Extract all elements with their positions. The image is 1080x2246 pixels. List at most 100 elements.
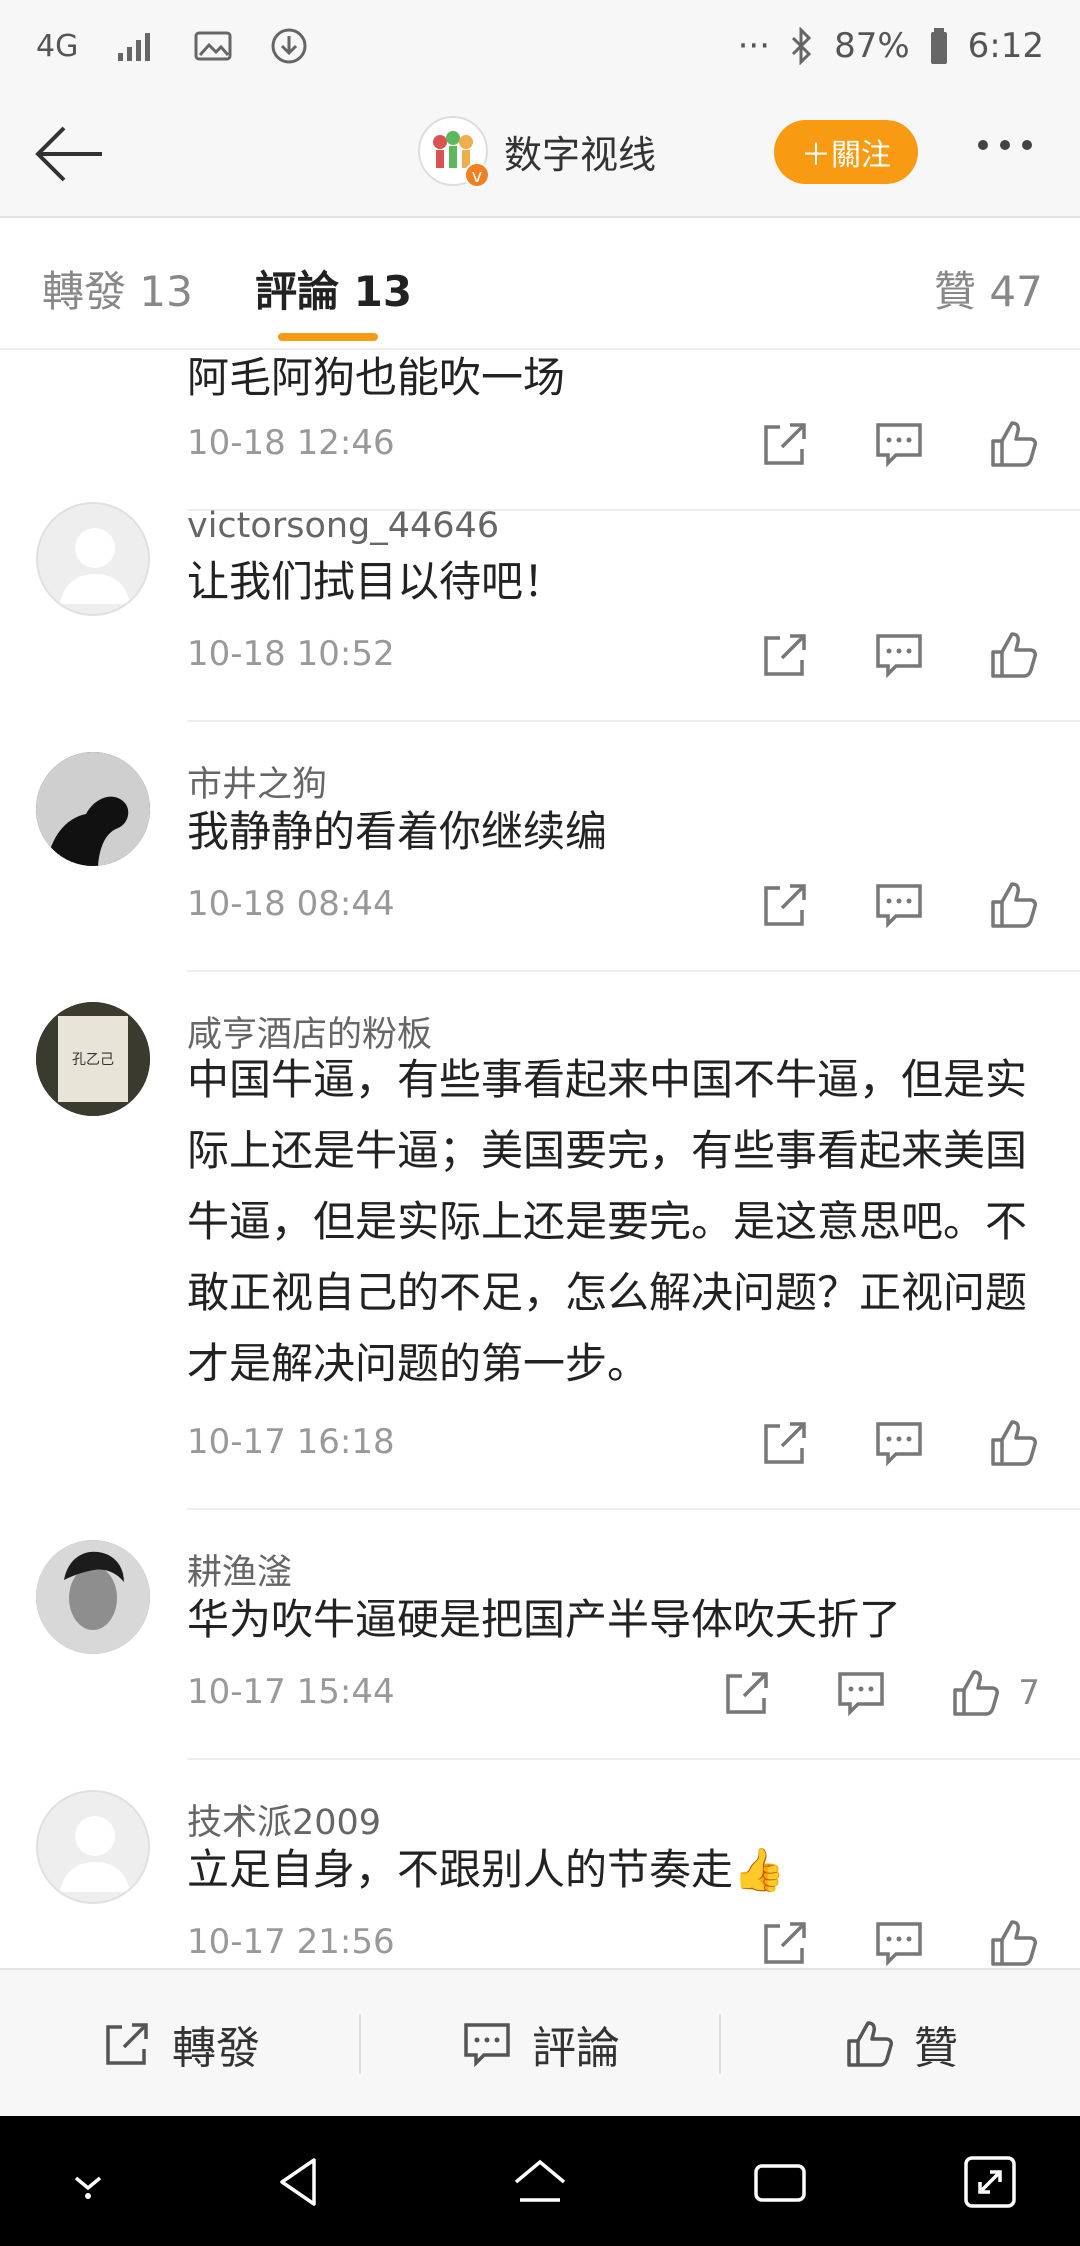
like-icon[interactable] [986, 878, 1040, 932]
share-icon[interactable] [720, 1666, 774, 1720]
reply-icon[interactable] [834, 1666, 888, 1720]
comment-time: 10-17 16:18 [187, 1422, 395, 1462]
comment-list[interactable]: 阿毛阿狗也能吹一场 10-18 12:46 victorsong_44646 让… [0, 350, 1080, 1968]
collapse-nav-icon[interactable] [58, 2152, 118, 2212]
dog-photo-icon [36, 752, 150, 866]
like-icon [847, 2021, 893, 2067]
like-icon[interactable] [986, 417, 1040, 471]
verified-badge: v [464, 162, 490, 188]
recents-nav-icon[interactable] [750, 2152, 810, 2212]
default-avatar-icon [60, 528, 130, 604]
commenter-avatar[interactable] [36, 502, 150, 616]
battery-icon [930, 28, 947, 64]
comment-text: 华为吹牛逼硬是把国产半导体吹夭折了 [187, 1595, 902, 1644]
more-dot-icon [1022, 140, 1032, 150]
comment-text: 立足自身，不跟别人的节奏走👍 [187, 1845, 786, 1894]
divider [187, 970, 1080, 972]
like-label: 贊 [914, 2023, 958, 2074]
like-icon[interactable] [986, 1916, 1040, 1968]
divider [187, 720, 1080, 722]
divider [187, 1508, 1080, 1510]
comment-item: 技术派2009 立足自身，不跟别人的节奏走👍 10-17 21:56 [0, 1790, 1080, 1968]
back-arrow-icon[interactable] [30, 122, 106, 186]
back-nav-icon[interactable] [270, 2152, 330, 2212]
default-avatar-icon [60, 1816, 130, 1892]
comment-text: 中国牛逼，有些事看起来中国不牛逼，但是实际上还是牛逼；美国要完，有些事看起来美国… [187, 1055, 1028, 1388]
comment-label: 評論 [532, 2023, 620, 2074]
reply-icon[interactable] [872, 1916, 926, 1968]
like-icon[interactable] [986, 1416, 1040, 1470]
comment-item: 孔乙己 咸亨酒店的粉板 中国牛逼，有些事看起来中国不牛逼，但是实际上还是牛逼；美… [0, 1002, 1080, 1538]
like-count: 7 [1018, 1673, 1040, 1713]
signal-icon [118, 33, 151, 61]
share-icon[interactable] [758, 1416, 812, 1470]
comment-actions [698, 628, 1040, 682]
comment-button[interactable]: 評論 [360, 1970, 720, 2118]
system-nav-bar [0, 2116, 1080, 2246]
share-icon[interactable] [758, 417, 812, 471]
share-icon[interactable] [758, 628, 812, 682]
reply-icon[interactable] [872, 417, 926, 471]
image-icon [194, 31, 232, 61]
tab-repost[interactable]: 轉發 13 [42, 258, 193, 319]
bluetooth-icon [792, 27, 812, 65]
more-notifications: ··· [737, 26, 771, 66]
share-icon [106, 2023, 148, 2065]
reply-icon [464, 2023, 510, 2068]
battery-percent: 87% [834, 26, 910, 66]
reply-icon[interactable] [872, 878, 926, 932]
repost-label: 轉發 [172, 2023, 260, 2074]
like-icon[interactable] [986, 628, 1040, 682]
comment-text: 阿毛阿狗也能吹一场 [187, 353, 566, 402]
more-dot-icon [1000, 140, 1010, 150]
home-nav-icon[interactable] [510, 2152, 570, 2212]
comment-text: 我静静的看着你继续编 [187, 807, 608, 856]
avatar-sign-text: 孔乙己 [72, 1052, 114, 1068]
comment-actions [698, 878, 1040, 932]
reply-icon[interactable] [872, 628, 926, 682]
comment-item: 市井之狗 我静静的看着你继续编 10-18 08:44 [0, 752, 1080, 1000]
comment-actions [698, 417, 1040, 471]
account-header[interactable]: v 数字视线 [418, 116, 656, 188]
follow-button[interactable]: ＋關注 [774, 120, 918, 184]
active-tab-indicator [278, 333, 378, 341]
comment-time: 10-17 21:56 [187, 1922, 395, 1962]
account-avatar[interactable]: v [418, 116, 490, 188]
comment-text: 让我们拭目以待吧！ [187, 557, 566, 606]
account-name[interactable]: 数字视线 [504, 124, 656, 179]
expand-nav-icon[interactable] [960, 2152, 1020, 2212]
comment-actions [698, 1416, 1040, 1470]
comment-time: 10-18 08:44 [187, 884, 395, 924]
tab-bar: 轉發 13 評論 13 贊 47 [0, 220, 1080, 350]
comment-time: 10-18 12:46 [187, 423, 395, 463]
more-dot-icon [978, 140, 988, 150]
divider [187, 1758, 1080, 1760]
bottom-action-bar: 轉發 評論 贊 [0, 1968, 1080, 2116]
commenter-avatar[interactable] [36, 752, 150, 866]
repost-button[interactable]: 轉發 [0, 1970, 360, 2118]
share-icon[interactable] [758, 1916, 812, 1968]
top-app-bar: v 数字视线 ＋關注 [0, 92, 1080, 218]
commenter-avatar[interactable]: 孔乙己 [36, 1002, 150, 1116]
like-icon[interactable] [948, 1666, 1002, 1720]
commenter-name[interactable]: victorsong_44646 [187, 506, 499, 546]
status-bar: 4G ··· 87% 6:12 [0, 0, 1080, 92]
comment-actions: 7 [660, 1666, 1040, 1720]
like-button[interactable]: 贊 [720, 1970, 1080, 2118]
clock: 6:12 [967, 26, 1044, 66]
commenter-avatar[interactable] [36, 1790, 150, 1904]
comment-actions [698, 1916, 1040, 1968]
more-options-button[interactable] [978, 140, 1032, 150]
comment-time: 10-17 15:44 [187, 1672, 395, 1712]
person-photo-icon [36, 1540, 150, 1654]
kongyiji-sign-icon: 孔乙己 [36, 1002, 150, 1116]
tab-likes[interactable]: 贊 47 [934, 258, 1043, 319]
download-icon [271, 28, 307, 64]
share-icon[interactable] [758, 878, 812, 932]
comment-time: 10-18 10:52 [187, 634, 395, 674]
reply-icon[interactable] [872, 1416, 926, 1470]
network-indicator: 4G [36, 28, 79, 64]
tab-comments[interactable]: 評論 13 [255, 258, 412, 319]
commenter-avatar[interactable] [36, 1540, 150, 1654]
comment-item: 耕渔滏 华为吹牛逼硬是把国产半导体吹夭折了 10-17 15:44 7 [0, 1540, 1080, 1788]
